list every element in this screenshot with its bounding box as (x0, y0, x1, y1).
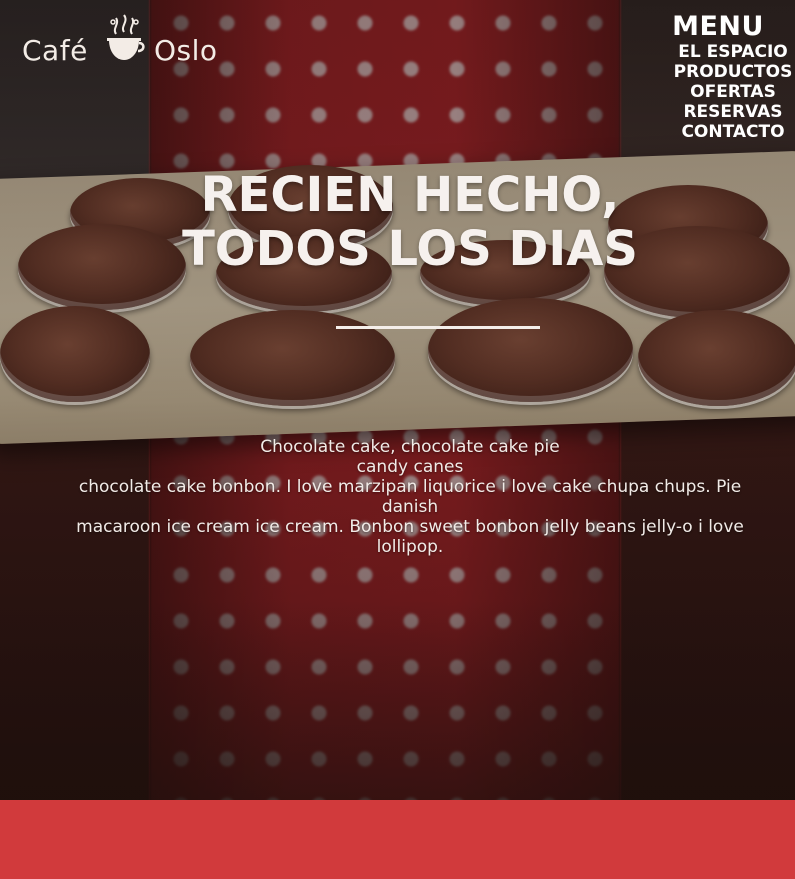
hero-description-line4: macaroon ice cream ice cream. Bonbon swe… (76, 517, 744, 557)
nav-item-reservas[interactable]: RESERVAS (671, 102, 795, 122)
main-navigation: MENU EL ESPACIO PRODUCTOS OFERTAS RESERV… (671, 12, 795, 143)
nav-item-productos[interactable]: PRODUCTOS (671, 62, 795, 82)
hero-description-line1: Chocolate cake, chocolate cake pie (260, 437, 560, 457)
nav-item-el-espacio[interactable]: EL ESPACIO (671, 42, 795, 62)
nav-list: EL ESPACIO PRODUCTOS OFERTAS RESERVAS CO… (671, 42, 795, 142)
hero-headline-line2: TODOS LOS DIAS (182, 221, 638, 277)
hero-headline: RECIEN HECHO, TODOS LOS DIAS (100, 168, 720, 276)
menu-toggle[interactable]: MENU (641, 12, 795, 42)
nav-item-ofertas[interactable]: OFERTAS (671, 82, 795, 102)
hero-description-line3: chocolate cake bonbon. I love marzipan l… (78, 477, 742, 517)
hero-description-line2: candy canes (356, 457, 464, 477)
logo-text-oslo: Oslo (154, 34, 218, 67)
site-logo[interactable]: Café Oslo (22, 14, 227, 70)
coffee-cup-icon (102, 14, 146, 64)
nav-item-contacto[interactable]: CONTACTO (671, 122, 795, 142)
next-section-band (0, 800, 795, 879)
hero-headline-line1: RECIEN HECHO, (200, 167, 620, 223)
hero-divider (336, 326, 540, 329)
logo-text-cafe: Café (22, 34, 88, 67)
hero-section: Café Oslo MENU EL ESPACIO PRODUCTOS OFER… (0, 0, 795, 800)
hero-description: Chocolate cake, chocolate cake pie candy… (58, 437, 762, 557)
